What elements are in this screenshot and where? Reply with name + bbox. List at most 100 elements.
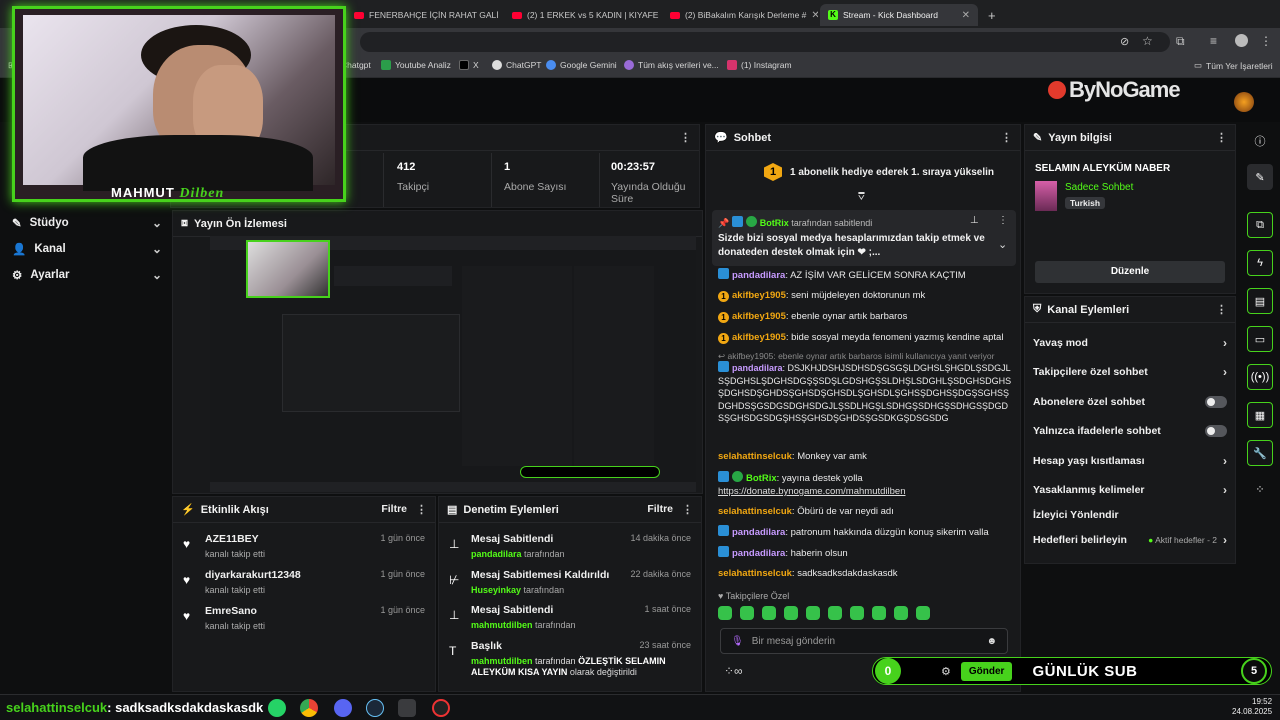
new-tab-button[interactable]: + — [980, 4, 1000, 26]
moderation-item: T Başlık mahmutdilben tarafından ÖZLEŞTİK … — [449, 640, 691, 677]
tab-3[interactable]: (2) BiBakalım Karışık Derleme # ✕ — [662, 4, 818, 26]
chat-message[interactable]: pandadilara: haberin olsun — [718, 546, 1014, 560]
chat-bubble-icon[interactable]: ▭ — [1247, 326, 1273, 352]
media-icon[interactable]: ≡ — [1210, 34, 1217, 48]
chrome-profile-icon[interactable] — [398, 699, 416, 717]
bookmark-youtube-analiz[interactable]: Youtube Analiz — [381, 60, 451, 70]
info-icon[interactable]: ⓘ — [1247, 128, 1273, 154]
extensions-icon[interactable]: ⧉ — [1176, 34, 1185, 49]
wrench-icon[interactable]: 🔧 — [1247, 440, 1273, 466]
discord-icon[interactable] — [334, 699, 352, 717]
bookmark-gemini[interactable]: Google Gemini — [546, 60, 617, 70]
sidebar-item-channel[interactable]: 👤 Kanal ⌄ — [12, 240, 162, 258]
obs-icon[interactable] — [432, 699, 450, 717]
tab-2[interactable]: (2) 1 ERKEK vs 5 KADIN | KIYAFE✕ — [504, 4, 660, 26]
chat-message[interactable]: 1 akifbey1905: ebenle oynar artık barbaro… — [718, 310, 1014, 323]
emoji-icon[interactable]: ☻ — [986, 636, 997, 647]
tab-kick-dashboard[interactable]: K Stream - Kick Dashboard ✕ — [820, 4, 978, 26]
close-icon[interactable]: ✕ — [962, 10, 970, 21]
more-icon[interactable]: ⋮ — [1216, 131, 1227, 144]
edit-icon[interactable]: ✎ — [1247, 164, 1273, 190]
chat-message[interactable]: 1 akifbey1905: seni müjdeleyen doktorunun… — [718, 289, 1014, 302]
sub-goal-label: GÜNLÜK SUB — [1032, 662, 1138, 680]
emote-icon[interactable] — [828, 606, 842, 620]
chat-message[interactable]: BotRix: yayına destek yolla https://donat… — [718, 471, 1014, 498]
chat-settings-icon[interactable]: ⚙ — [941, 665, 951, 678]
collapse-icon[interactable]: ⩢ — [858, 191, 865, 204]
chat-message[interactable]: 1 akifbey1905: bide sosyal meyda fenomeni… — [718, 331, 1014, 344]
notes-icon[interactable]: ▤ — [1247, 288, 1273, 314]
chevron-down-icon[interactable]: ⌄ — [998, 238, 1007, 251]
chat-message[interactable]: pandadilara: DSJKHJDSHJSDHSDŞGSGŞLDGHSLŞ… — [718, 361, 1014, 443]
action-followers-only[interactable]: Takipçilere özel sohbet › — [1033, 362, 1227, 382]
subscribers-only-toggle[interactable] — [1205, 396, 1227, 408]
emote-icon[interactable] — [718, 606, 732, 620]
chat-message[interactable]: selahattinselcuk: sadksadksdakdaskasdk — [718, 567, 1014, 580]
bookmark-stream-data[interactable]: Tüm akış verileri ve... — [624, 60, 719, 70]
chat-message[interactable]: selahattinselcuk: Monkey var amk — [718, 450, 1014, 463]
emote-icon[interactable] — [894, 606, 908, 620]
emote-icon[interactable] — [806, 606, 820, 620]
emote-icon[interactable] — [762, 606, 776, 620]
chat-message[interactable]: pandadilara: AZ İŞİM VAR GELİCEM SONRA K… — [718, 268, 1014, 282]
more-icon[interactable]: ⋮ — [416, 503, 427, 516]
more-icon[interactable]: ⋮ — [682, 503, 693, 516]
clip-icon[interactable]: ⧉ — [1247, 212, 1273, 238]
action-slow-mode[interactable]: Yavaş mod › — [1033, 333, 1227, 353]
bot-badge — [718, 471, 729, 482]
lightning-icon[interactable]: ϟ — [1247, 250, 1273, 276]
edit-button[interactable]: Düzenle — [1035, 261, 1225, 283]
chat-message[interactable]: pandadilara: patronum hakkında düzgün ko… — [718, 525, 1014, 539]
bookmark-instagram[interactable]: (1) Instagram — [727, 60, 792, 70]
bookmark-x[interactable]: X — [459, 60, 479, 70]
close-icon[interactable]: ✕ — [811, 10, 818, 21]
action-goals[interactable]: Hedefleri belirleyin ● Aktif hedefler - 2… — [1033, 530, 1227, 550]
chat-input[interactable]: 🎙 Bir mesaj gönderin ☻ — [720, 628, 1008, 654]
microphone-icon[interactable]: 🎙 — [731, 636, 744, 647]
tab-1[interactable]: FENERBAHÇE İÇİN RAHAT GALİ✕ — [346, 4, 502, 26]
emote-only-toggle[interactable] — [1205, 425, 1227, 437]
emote-icon[interactable] — [850, 606, 864, 620]
action-banned-words[interactable]: Yasaklanmış kelimeler › — [1033, 480, 1227, 500]
more-icon[interactable]: ⋮ — [1001, 131, 1012, 144]
all-bookmarks[interactable]: ▭ Tüm Yer İşaretleri — [1194, 60, 1273, 71]
more-icon[interactable]: ⋮ — [1216, 303, 1227, 316]
system-clock[interactable]: 19:52 24.08.2025 — [1232, 697, 1272, 717]
steam-icon[interactable] — [366, 699, 384, 717]
star-icon[interactable]: ☆ — [1142, 34, 1153, 48]
group-icon[interactable]: ⁘ — [1247, 476, 1273, 502]
chevron-right-icon: › — [1223, 533, 1227, 547]
broadcast-icon[interactable]: ((•)) — [1247, 364, 1273, 390]
emote-icon[interactable] — [784, 606, 798, 620]
emote-icon[interactable] — [916, 606, 930, 620]
more-icon[interactable]: ⋮ — [998, 215, 1008, 226]
more-icon[interactable]: ⋮ — [680, 131, 691, 144]
action-account-age[interactable]: Hesap yaşı kısıtlaması › — [1033, 451, 1227, 471]
sub-badge — [718, 546, 729, 557]
stream-category[interactable]: Sadece Sohbet — [1065, 182, 1133, 193]
emote-icon[interactable] — [740, 606, 754, 620]
chrome-icon[interactable] — [300, 699, 318, 717]
profile-icon[interactable] — [1235, 34, 1248, 47]
emote-icon[interactable] — [872, 606, 886, 620]
menu-icon[interactable]: ⋮ — [1260, 34, 1272, 48]
stream-preview-video[interactable] — [210, 236, 696, 492]
sidebar-item-settings[interactable]: ⚙ Ayarlar ⌄ — [12, 266, 162, 284]
sidebar-item-studio[interactable]: ✎ Stüdyo ⌄ — [12, 214, 162, 232]
gift-leaderboard-banner[interactable]: 11 abonelik hediye ederek 1. sıraya yüks… — [764, 163, 994, 181]
bookmark-chatgpt-2[interactable]: ChatGPT — [492, 60, 541, 70]
user-avatar[interactable] — [1234, 92, 1254, 112]
unpin-icon[interactable]: ⊥ — [970, 215, 979, 226]
action-raid[interactable]: İzleyici Yönlendir — [1033, 505, 1227, 525]
whatsapp-icon[interactable] — [268, 699, 286, 717]
activity-filter-button[interactable]: Filtre — [381, 503, 407, 515]
points-icon[interactable]: ⁘∞ — [724, 664, 743, 678]
url-field[interactable] — [360, 32, 1170, 52]
donate-link[interactable]: https://donate.bynogame.com/mahmutdilben — [718, 486, 905, 497]
moderation-filter-button[interactable]: Filtre — [647, 503, 673, 515]
card-icon[interactable]: ▦ — [1247, 402, 1273, 428]
send-button[interactable]: Gönder — [960, 661, 1013, 681]
chat-message[interactable]: selahattinselcuk: Öbürü de var neydi adı — [718, 505, 1014, 518]
pinned-message[interactable]: 📌 BotRix tarafından sabitlendi ⊥ ⋮ Sizde… — [712, 210, 1016, 266]
eye-off-icon[interactable]: ⊘ — [1120, 35, 1129, 48]
